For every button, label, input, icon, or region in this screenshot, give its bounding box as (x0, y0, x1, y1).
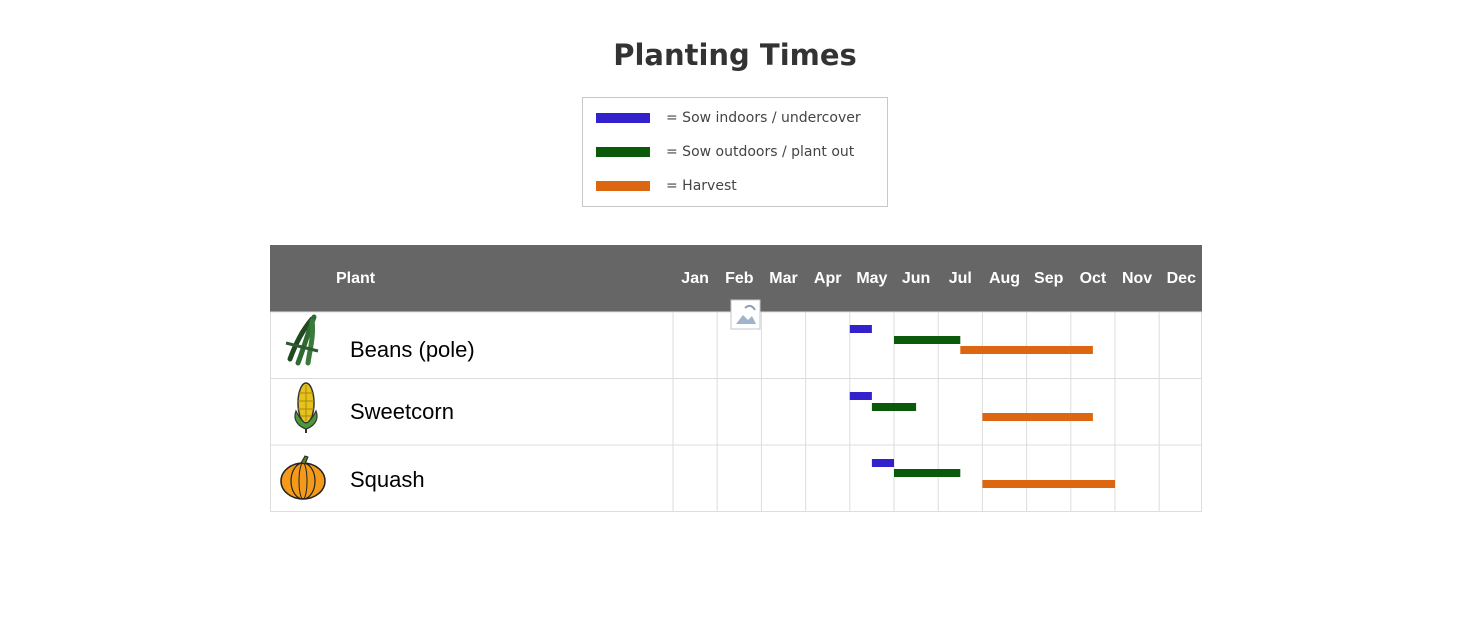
month-label-apr: Apr (814, 270, 842, 287)
month-label-jun: Jun (902, 270, 930, 287)
bar-sow-indoors (849, 325, 872, 333)
beans-icon (285, 314, 319, 366)
bar-harvest (982, 480, 1115, 488)
broken-image-icon (730, 299, 761, 330)
planting-chart-svg: Plant Jan Feb Mar Apr May Jun Jul Aug Sep Oct Nov D… (270, 245, 1202, 512)
legend-label-harvest: = Harvest (666, 178, 737, 194)
plant-column-header: Plant (336, 270, 376, 287)
plant-name: Squash (350, 467, 425, 492)
legend-swatch-harvest (596, 181, 650, 191)
corn-icon (294, 382, 318, 433)
legend-label-sow-indoors: = Sow indoors / undercover (666, 110, 861, 126)
legend-swatch-sow-outdoors (596, 147, 650, 157)
bar-harvest (982, 413, 1093, 421)
month-label-nov: Nov (1122, 270, 1152, 287)
bar-sow-indoors (849, 392, 872, 400)
plant-name: Sweetcorn (350, 399, 454, 424)
bar-harvest (960, 346, 1093, 354)
legend-swatch-sow-indoors (596, 113, 650, 123)
bar-sow-outdoors (894, 469, 961, 477)
month-label-jul: Jul (949, 270, 972, 287)
legend-item-sow-indoors: = Sow indoors / undercover (596, 108, 861, 128)
month-label-mar: Mar (769, 270, 797, 287)
pumpkin-icon (280, 455, 326, 500)
month-label-aug: Aug (989, 270, 1020, 287)
plant-name: Beans (pole) (350, 337, 475, 362)
legend: = Sow indoors / undercover = Sow outdoor… (582, 97, 888, 207)
month-label-dec: Dec (1167, 270, 1196, 287)
month-label-jan: Jan (681, 270, 709, 287)
legend-label-sow-outdoors: = Sow outdoors / plant out (666, 144, 855, 160)
planting-chart: Plant Jan Feb Mar Apr May Jun Jul Aug Sep Oct Nov D… (270, 245, 1203, 518)
month-label-sep: Sep (1034, 270, 1064, 287)
bar-sow-outdoors (894, 336, 961, 344)
chart-title: Planting Times (613, 38, 857, 72)
legend-item-sow-outdoors: = Sow outdoors / plant out (596, 142, 854, 162)
legend-item-harvest: = Harvest (596, 176, 737, 196)
bar-sow-indoors (871, 459, 894, 467)
bar-sow-outdoors (871, 403, 917, 411)
month-label-may: May (856, 270, 887, 287)
month-label-feb: Feb (725, 270, 754, 287)
month-label-oct: Oct (1080, 270, 1107, 287)
